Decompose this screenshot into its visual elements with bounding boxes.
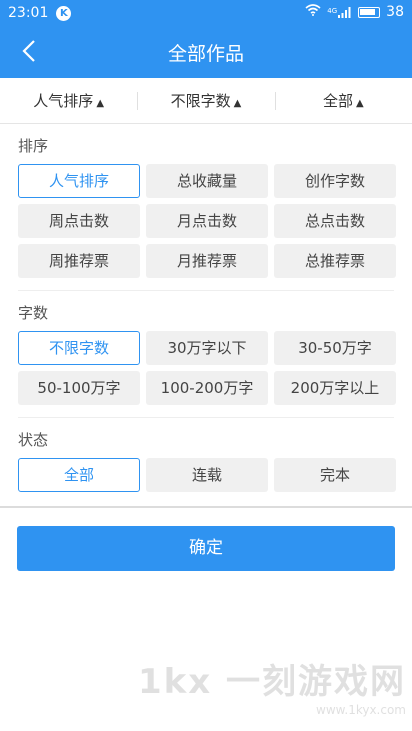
back-button[interactable]	[14, 36, 44, 66]
watermark-logo: 1kx 一刻游戏网	[137, 662, 406, 702]
panel-bottom-rule	[0, 506, 412, 508]
wifi-icon	[305, 4, 321, 20]
divider	[18, 417, 394, 418]
word-option[interactable]: 200万字以上	[274, 371, 396, 405]
k-app-icon: K	[56, 5, 72, 21]
filter-tab-label: 不限字数	[170, 92, 231, 110]
sort-section: 排序 人气排序 总收藏量 创作字数 周点击数 月点击数 总点击数 周推荐票 月推…	[0, 128, 412, 492]
word-options: 不限字数 30万字以下 30-50万字 50-100万字 100-200万字 2…	[18, 331, 396, 405]
state-option[interactable]: 全部	[18, 458, 140, 492]
sort-option[interactable]: 总推荐票	[274, 244, 396, 278]
state-options: 全部 连载 完本	[18, 458, 396, 492]
section-title-sort: 排序	[18, 137, 49, 155]
state-option[interactable]: 连载	[146, 458, 268, 492]
site-watermark: 1kx 一刻游戏网 www.1kyx.com	[138, 654, 406, 717]
filter-tab-sort[interactable]: 人气排序 ▲	[0, 90, 137, 111]
word-option[interactable]: 100-200万字	[146, 371, 268, 405]
word-option[interactable]: 不限字数	[18, 331, 140, 365]
chevron-left-icon	[22, 40, 35, 62]
app-header: 23:01 K 4G 38 全部作品	[0, 0, 412, 78]
divider	[18, 290, 394, 291]
word-option[interactable]: 30万字以下	[146, 331, 268, 365]
sort-option[interactable]: 人气排序	[18, 164, 140, 198]
caret-up-icon: ▲	[96, 98, 105, 109]
watermark-url: www.1kyx.com	[316, 703, 406, 717]
sort-option[interactable]: 总收藏量	[146, 164, 268, 198]
section-title-words: 字数	[18, 304, 49, 322]
filter-tab-label: 全部	[322, 92, 353, 110]
caret-up-icon: ▲	[355, 98, 364, 109]
page-title: 全部作品	[167, 42, 244, 65]
sort-options: 人气排序 总收藏量 创作字数 周点击数 月点击数 总点击数 周推荐票 月推荐票 …	[18, 164, 396, 278]
battery-level: 38	[386, 4, 404, 20]
state-option[interactable]: 完本	[274, 458, 396, 492]
filter-tab-state[interactable]: 全部 ▲	[274, 90, 412, 111]
filter-tab-label: 人气排序	[33, 92, 94, 110]
title-bar: 全部作品	[0, 26, 412, 78]
battery-icon	[358, 6, 381, 18]
caret-up-icon: ▲	[233, 98, 242, 109]
signal-icon: 4G	[327, 6, 352, 18]
sort-option[interactable]: 周点击数	[18, 204, 140, 238]
sort-option[interactable]: 创作字数	[274, 164, 396, 198]
status-right: 4G 38	[305, 4, 404, 20]
filter-bar: 人气排序 ▲ 不限字数 ▲ 全部 ▲	[0, 78, 412, 124]
confirm-button[interactable]: 确定	[17, 526, 395, 571]
filter-tab-words[interactable]: 不限字数 ▲	[137, 90, 274, 111]
status-time: 23:01	[8, 5, 49, 21]
sort-option[interactable]: 周推荐票	[18, 244, 140, 278]
sort-option[interactable]: 月点击数	[146, 204, 268, 238]
section-title-state: 状态	[18, 431, 49, 449]
network-type: 4G	[327, 6, 338, 15]
sort-option[interactable]: 总点击数	[274, 204, 396, 238]
word-option[interactable]: 30-50万字	[274, 331, 396, 365]
sort-option[interactable]: 月推荐票	[146, 244, 268, 278]
word-option[interactable]: 50-100万字	[18, 371, 140, 405]
status-bar: 23:01 K 4G 38	[0, 0, 412, 26]
